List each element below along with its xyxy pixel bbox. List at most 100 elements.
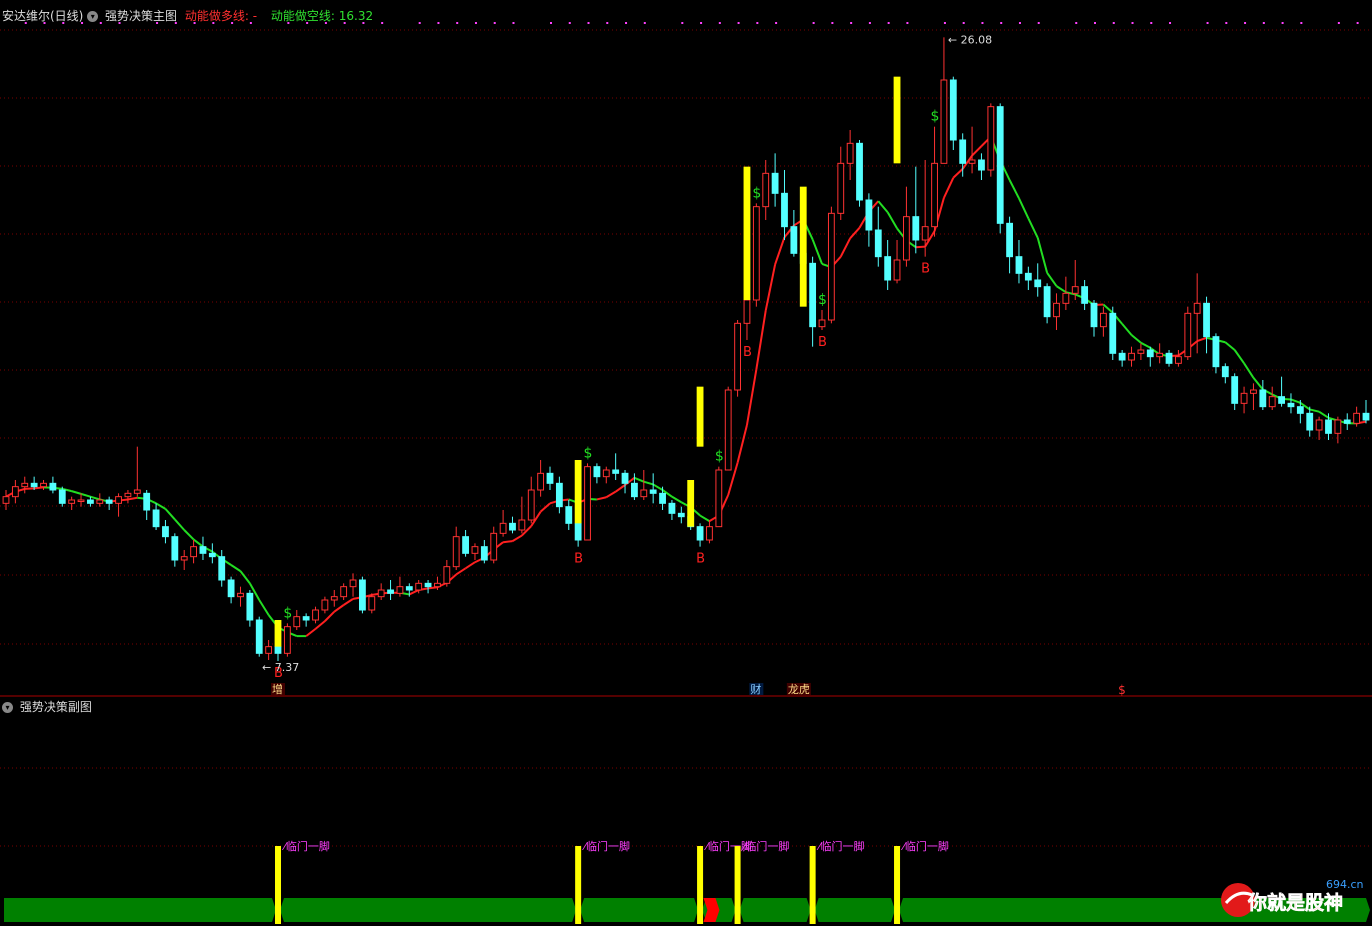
trend-line-segment <box>305 628 317 637</box>
stock-title[interactable]: 安达维尔(日线) <box>2 9 83 23</box>
candle-body <box>1034 279 1042 288</box>
candle-body <box>1015 256 1023 274</box>
candle-body <box>2 496 10 504</box>
candle-body <box>884 256 892 281</box>
trend-line-segment <box>408 589 420 596</box>
candle-body <box>696 526 704 541</box>
top-dot-mark <box>718 22 721 24</box>
candle-body <box>584 466 591 541</box>
candle-body <box>480 546 488 561</box>
candle-body <box>462 536 469 554</box>
top-dot-mark <box>850 22 853 24</box>
main-price-chart[interactable]: BB BBBB$$ $$$$← 26.08← 7.37增财龙虎 $⁄临门一脚 ⁄临门一脚… <box>0 0 1372 926</box>
sub-signal-bar <box>575 846 582 924</box>
candle-body <box>949 79 957 141</box>
candle-body <box>1240 392 1248 404</box>
trend-line-segment <box>1318 410 1330 419</box>
top-dot-mark <box>625 22 628 24</box>
sell-marker: $ <box>931 109 940 125</box>
trend-line-segment <box>839 237 852 258</box>
signal-band-segment <box>814 898 896 922</box>
top-dot-mark <box>887 22 890 24</box>
candle-body <box>649 489 657 494</box>
sell-marker: $ <box>584 445 593 461</box>
candle-body <box>1062 292 1070 304</box>
candle-body <box>509 522 516 531</box>
top-dot-mark <box>418 22 421 24</box>
top-dot-mark <box>474 22 477 24</box>
trend-line-segment <box>324 610 335 622</box>
top-dot-mark <box>1112 22 1115 24</box>
candle-body <box>387 589 394 594</box>
sell-marker: $ <box>752 185 761 201</box>
indicator-menu-icon[interactable]: ▾ <box>87 11 99 22</box>
candle-body <box>659 492 666 504</box>
candle-body <box>87 499 94 504</box>
candle-body <box>40 482 47 488</box>
trend-line-segment <box>1252 377 1264 391</box>
top-dot-mark <box>737 22 740 24</box>
candle-body <box>1156 352 1164 358</box>
candle-body <box>1081 286 1089 304</box>
trend-line-segment <box>1055 285 1067 294</box>
trend-line-segment <box>736 424 748 464</box>
signal-bar <box>799 186 807 307</box>
candle-body <box>1287 402 1295 408</box>
trend-line-segment <box>1196 336 1207 343</box>
buy-marker: B <box>921 262 930 277</box>
trend-line-segment <box>343 598 354 606</box>
top-dot-mark <box>1169 22 1172 24</box>
trend-line-segment <box>1243 362 1255 379</box>
candle-body <box>152 509 160 528</box>
signal-band-segment <box>580 898 699 922</box>
trend-line-segment <box>1027 217 1039 239</box>
candle-body <box>527 489 535 521</box>
candle-body <box>349 579 357 588</box>
top-dot-mark <box>1244 22 1247 24</box>
main-indicator-name[interactable]: 强势决策主图 <box>105 9 177 23</box>
trend-line-segment <box>427 586 438 590</box>
candle-body <box>133 489 141 494</box>
top-dot-mark <box>587 22 590 24</box>
sub-signal-bar <box>697 846 704 924</box>
trend-line-segment <box>652 483 664 491</box>
candle-body <box>903 216 910 261</box>
top-dot-mark <box>606 22 609 24</box>
candle-body <box>359 579 366 611</box>
candle-body <box>1053 302 1060 318</box>
sell-marker: $ <box>283 605 292 621</box>
event-tag-dollar: $ <box>1118 683 1126 697</box>
signal-band-segment <box>739 898 811 922</box>
trend-line-segment <box>886 211 898 229</box>
candle-body <box>893 259 901 281</box>
top-dot-mark <box>775 22 778 24</box>
candle-body <box>1071 286 1079 294</box>
trend-line-segment <box>1018 197 1030 219</box>
trend-line-segment <box>605 490 617 499</box>
candle-body <box>58 489 66 504</box>
top-dot-mark <box>568 22 571 24</box>
high-price-label: ← 26.08 <box>948 33 992 46</box>
candle-body <box>1118 352 1126 361</box>
sub-signal-label: ⁄临门一脚 <box>900 839 949 853</box>
trend-line-segment <box>671 495 682 504</box>
trend-line-segment <box>34 486 44 490</box>
candle-body <box>846 142 854 164</box>
signal-bar <box>687 480 695 527</box>
candle-body <box>1175 356 1182 364</box>
trend-line-segment <box>465 561 476 570</box>
candle-body <box>987 106 995 171</box>
sub-signal-label: ⁄临门一脚 <box>281 839 330 853</box>
candle-body <box>1099 312 1107 328</box>
top-dot-mark <box>943 22 946 24</box>
sub-indicator-name[interactable]: 强势决策副图 <box>20 700 92 714</box>
candle-body <box>706 526 713 541</box>
candle-body <box>77 499 85 502</box>
top-dot-mark <box>1094 22 1096 24</box>
trend-line-segment <box>1290 398 1301 404</box>
trend-line-segment <box>849 227 861 239</box>
candle-body <box>180 556 188 561</box>
sub-indicator-menu-icon[interactable]: ▾ <box>2 702 13 713</box>
candle-body <box>377 589 385 598</box>
candle-body <box>1146 349 1154 358</box>
